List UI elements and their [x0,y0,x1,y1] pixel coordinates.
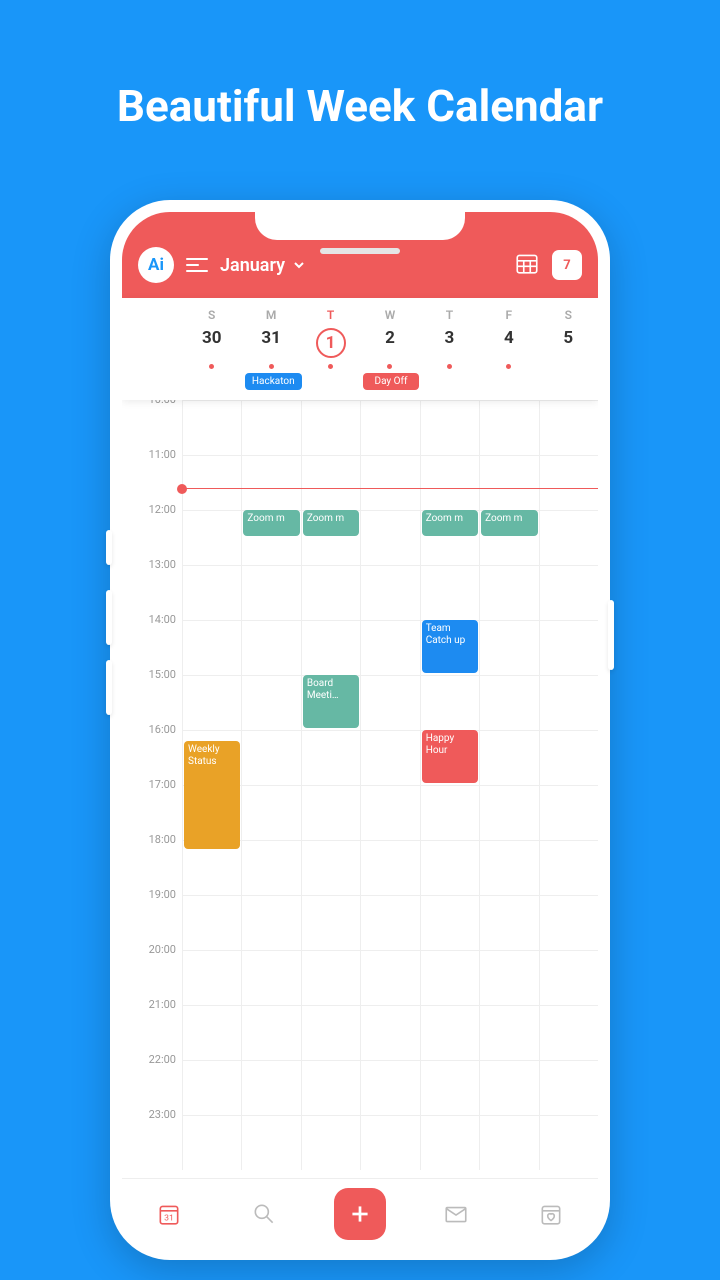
event-dot [182,364,241,373]
calendar-event[interactable]: Zoom m [481,510,537,536]
date-cell[interactable]: 4 [479,322,538,364]
allday-event[interactable]: Hackaton [245,373,302,390]
date-cell[interactable]: 30 [182,322,241,364]
date-cell[interactable]: 3 [420,322,479,364]
day-of-week: T [301,298,360,322]
event-dot [241,364,300,373]
hour-label: 19:00 [122,888,182,943]
now-indicator-dot [177,484,187,494]
day-badge[interactable]: 7 [552,250,582,280]
calendar-grid-icon[interactable] [514,250,540,280]
event-dot [479,364,538,373]
hour-label: 18:00 [122,833,182,888]
day-of-week: M [241,298,300,322]
chevron-down-icon [293,259,305,271]
day-column[interactable]: Zoom m Team Catch up Happy Hour [420,400,479,1170]
day-of-week: W [360,298,419,322]
event-dot [301,364,360,373]
menu-icon[interactable] [186,258,208,272]
day-column[interactable]: Zoom m [479,400,538,1170]
phone-frame: Ai January 7 SMTWTFS 303112345 HackatonD… [110,200,610,1260]
nav-calendar-icon[interactable]: 31 [144,1189,194,1239]
hour-label: 23:00 [122,1108,182,1163]
hour-label: 13:00 [122,558,182,613]
hour-label: 12:00 [122,503,182,558]
nav-mail-icon[interactable] [431,1189,481,1239]
phone-notch [255,212,465,240]
calendar-event[interactable]: Team Catch up [422,620,478,673]
month-label: January [220,255,285,276]
app-logo[interactable]: Ai [138,247,174,283]
calendar-event[interactable]: Happy Hour [422,730,478,783]
date-cell[interactable]: 2 [360,322,419,364]
nav-search-icon[interactable] [239,1189,289,1239]
calendar-event[interactable]: Board Meeti… [303,675,359,728]
hour-label: 17:00 [122,778,182,833]
phone-speaker [320,248,400,254]
hour-label: 16:00 [122,723,182,778]
allday-event[interactable]: Day Off [363,373,420,390]
calendar-event[interactable]: Zoom m [243,510,299,536]
add-button[interactable] [334,1188,386,1240]
page-title: Beautiful Week Calendar [0,0,720,132]
now-indicator-line [182,488,598,489]
hour-label: 14:00 [122,613,182,668]
timeline-grid[interactable]: 10:0011:0012:0013:0014:0015:0016:0017:00… [122,400,598,1220]
event-dot [539,364,598,373]
day-column[interactable] [539,400,598,1170]
day-column[interactable]: Zoom m [241,400,300,1170]
volume-button [106,530,112,565]
day-column[interactable] [360,400,419,1170]
volume-button [106,660,112,715]
day-of-week: T [420,298,479,322]
day-of-week: S [182,298,241,322]
hour-label: 15:00 [122,668,182,723]
nav-favorite-icon[interactable] [526,1189,576,1239]
day-column[interactable]: Zoom m Board Meeti… [301,400,360,1170]
volume-button [106,590,112,645]
day-column[interactable]: Weekly Status [182,400,241,1170]
calendar-event[interactable]: Zoom m [303,510,359,536]
hour-label: 11:00 [122,448,182,503]
event-dot [420,364,479,373]
week-header: SMTWTFS 303112345 HackatonDay Off [122,298,598,400]
calendar-event[interactable]: Zoom m [422,510,478,536]
hour-label: 21:00 [122,998,182,1053]
event-dot [360,364,419,373]
day-of-week: S [539,298,598,322]
svg-text:31: 31 [165,1213,175,1223]
power-button [608,600,614,670]
hour-label: 10:00 [122,400,182,448]
day-of-week: F [479,298,538,322]
date-cell[interactable]: 1 [301,322,360,364]
bottom-nav: 31 [122,1178,598,1248]
hour-label: 22:00 [122,1053,182,1108]
date-cell[interactable]: 31 [241,322,300,364]
date-cell[interactable]: 5 [539,322,598,364]
hour-label: 20:00 [122,943,182,998]
month-selector[interactable]: January [220,255,305,276]
calendar-event[interactable]: Weekly Status [184,741,240,849]
